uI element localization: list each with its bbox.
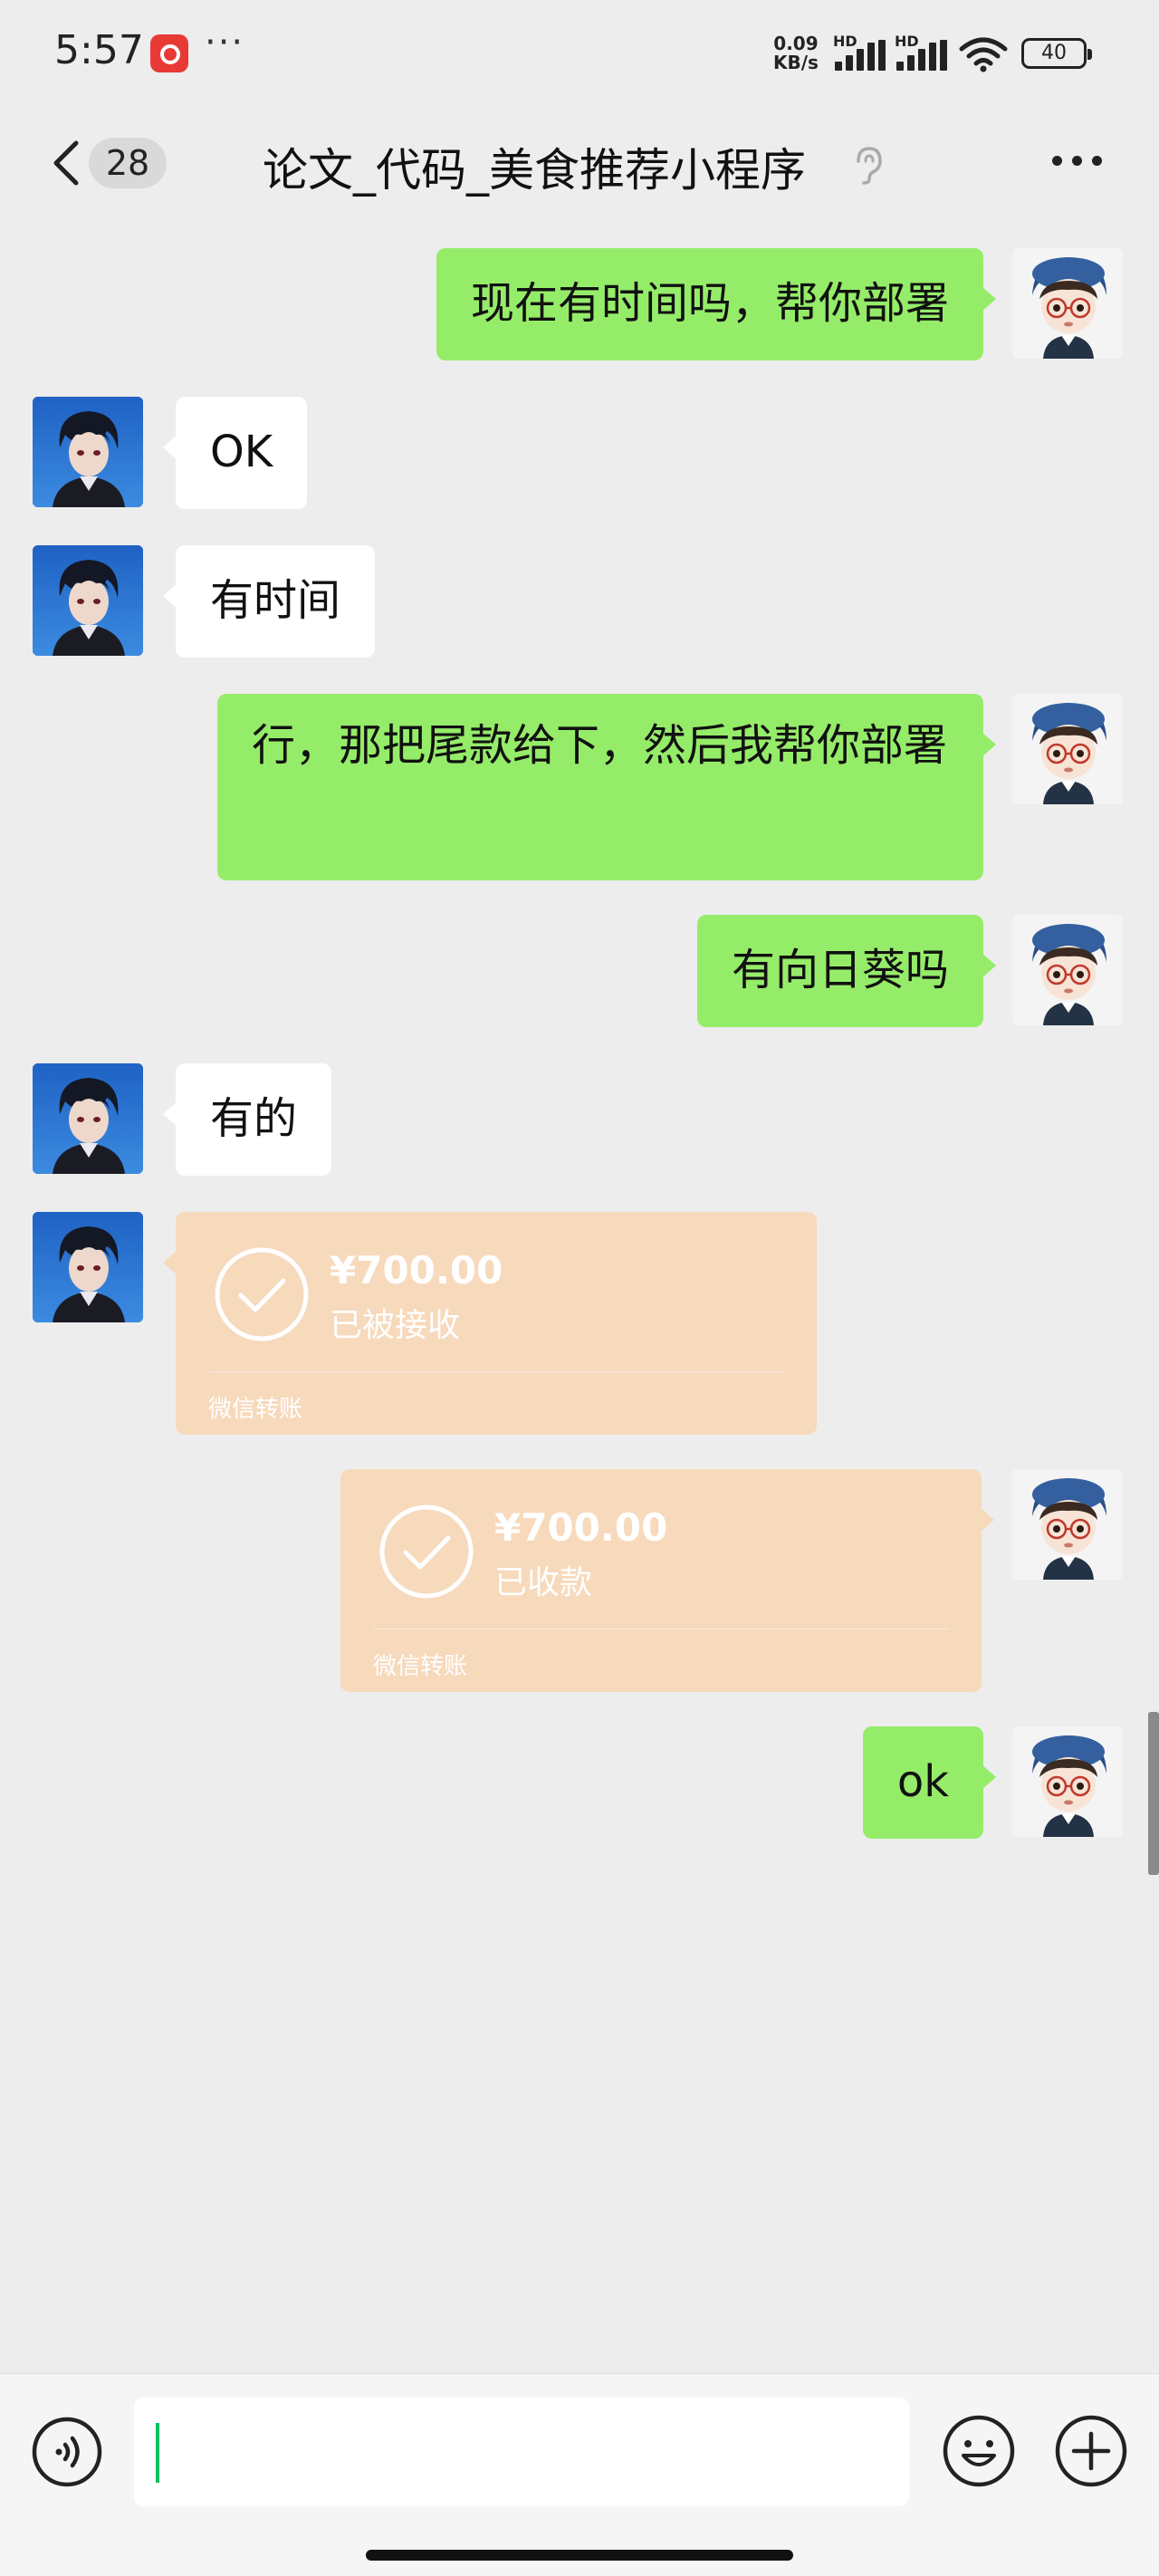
- contact-avatar[interactable]: [33, 1063, 143, 1174]
- contact-avatar[interactable]: [33, 397, 143, 507]
- transfer-card-sent[interactable]: ¥700.00 已收款 微信转账: [340, 1469, 994, 1692]
- transfer-status: 已被接收: [330, 1307, 461, 1344]
- netease-music-icon: [150, 34, 188, 72]
- my-avatar[interactable]: [1012, 694, 1123, 804]
- check-circle-icon: [379, 1504, 474, 1599]
- status-bar: 5:57 ··· 0.09 KB/s HD HD 40: [0, 0, 1159, 109]
- message-bubble-sent[interactable]: ok: [862, 1726, 997, 1839]
- message-row: 有向日葵吗: [0, 915, 1159, 1029]
- transfer-divider: [208, 1371, 784, 1372]
- voice-icon[interactable]: [31, 2416, 103, 2488]
- transfer-amount: ¥700.00: [330, 1248, 503, 1293]
- message-bubble-received[interactable]: 有的: [162, 1063, 332, 1176]
- chat-title: 论文_代码_美食推荐小程序: [263, 144, 806, 197]
- network-speed-unit: KB/s: [773, 52, 819, 73]
- home-indicator[interactable]: [366, 2550, 793, 2561]
- message-bubble-received[interactable]: OK: [162, 397, 308, 509]
- message-row: 现在有时间吗，帮你部署: [0, 248, 1159, 362]
- message-row: ¥700.00 已被接收 微信转账: [0, 1212, 1159, 1435]
- network-speed-value: 0.09: [773, 33, 819, 54]
- message-bubble-sent[interactable]: 有向日葵吗: [696, 915, 997, 1027]
- my-avatar[interactable]: [1012, 1469, 1123, 1580]
- transfer-footer: 微信转账: [373, 1653, 468, 1680]
- wifi-icon: [959, 37, 1008, 72]
- signal-icon-2: [896, 40, 947, 71]
- unread-count-badge[interactable]: 28: [89, 138, 167, 188]
- message-row: OK: [0, 397, 1159, 511]
- network-speed: 0.09 KB/s: [773, 34, 819, 72]
- more-icon[interactable]: [1052, 156, 1106, 170]
- chevron-left-icon[interactable]: [42, 136, 96, 190]
- message-bubble-received[interactable]: 有时间: [162, 545, 376, 658]
- text-caret: [156, 2423, 159, 2483]
- transfer-footer: 微信转账: [208, 1396, 303, 1423]
- plus-icon[interactable]: [1054, 2414, 1128, 2488]
- emoji-icon[interactable]: [942, 2414, 1016, 2488]
- contact-avatar[interactable]: [33, 545, 143, 656]
- message-bubble-sent[interactable]: 行，那把尾款给下，然后我帮你部署: [217, 694, 996, 880]
- ear-icon: [857, 147, 882, 185]
- chat-header: 28 论文_代码_美食推荐小程序: [0, 116, 1159, 210]
- message-row: ¥700.00 已收款 微信转账: [0, 1469, 1159, 1692]
- status-time: 5:57: [54, 27, 144, 73]
- my-avatar[interactable]: [1012, 248, 1123, 359]
- my-avatar[interactable]: [1012, 915, 1123, 1025]
- scrollbar[interactable]: [1148, 1712, 1159, 1875]
- check-circle-icon: [215, 1247, 309, 1341]
- message-input[interactable]: [134, 2398, 909, 2506]
- message-row: ok: [0, 1726, 1159, 1841]
- message-row: 行，那把尾款给下，然后我帮你部署: [0, 694, 1159, 880]
- contact-avatar[interactable]: [33, 1212, 143, 1322]
- battery-indicator: 40: [1021, 38, 1092, 69]
- message-bubble-sent[interactable]: 现在有时间吗，帮你部署: [436, 248, 997, 360]
- message-row: 有时间: [0, 545, 1159, 659]
- transfer-amount: ¥700.00: [494, 1505, 668, 1550]
- more-notifications-icon: ···: [205, 22, 245, 63]
- my-avatar[interactable]: [1012, 1726, 1123, 1837]
- input-bar: [0, 2373, 1159, 2576]
- transfer-card-received[interactable]: ¥700.00 已被接收 微信转账: [163, 1212, 817, 1435]
- message-row: 有的: [0, 1063, 1159, 1177]
- signal-icon-1: [835, 40, 886, 71]
- transfer-status: 已收款: [494, 1564, 593, 1601]
